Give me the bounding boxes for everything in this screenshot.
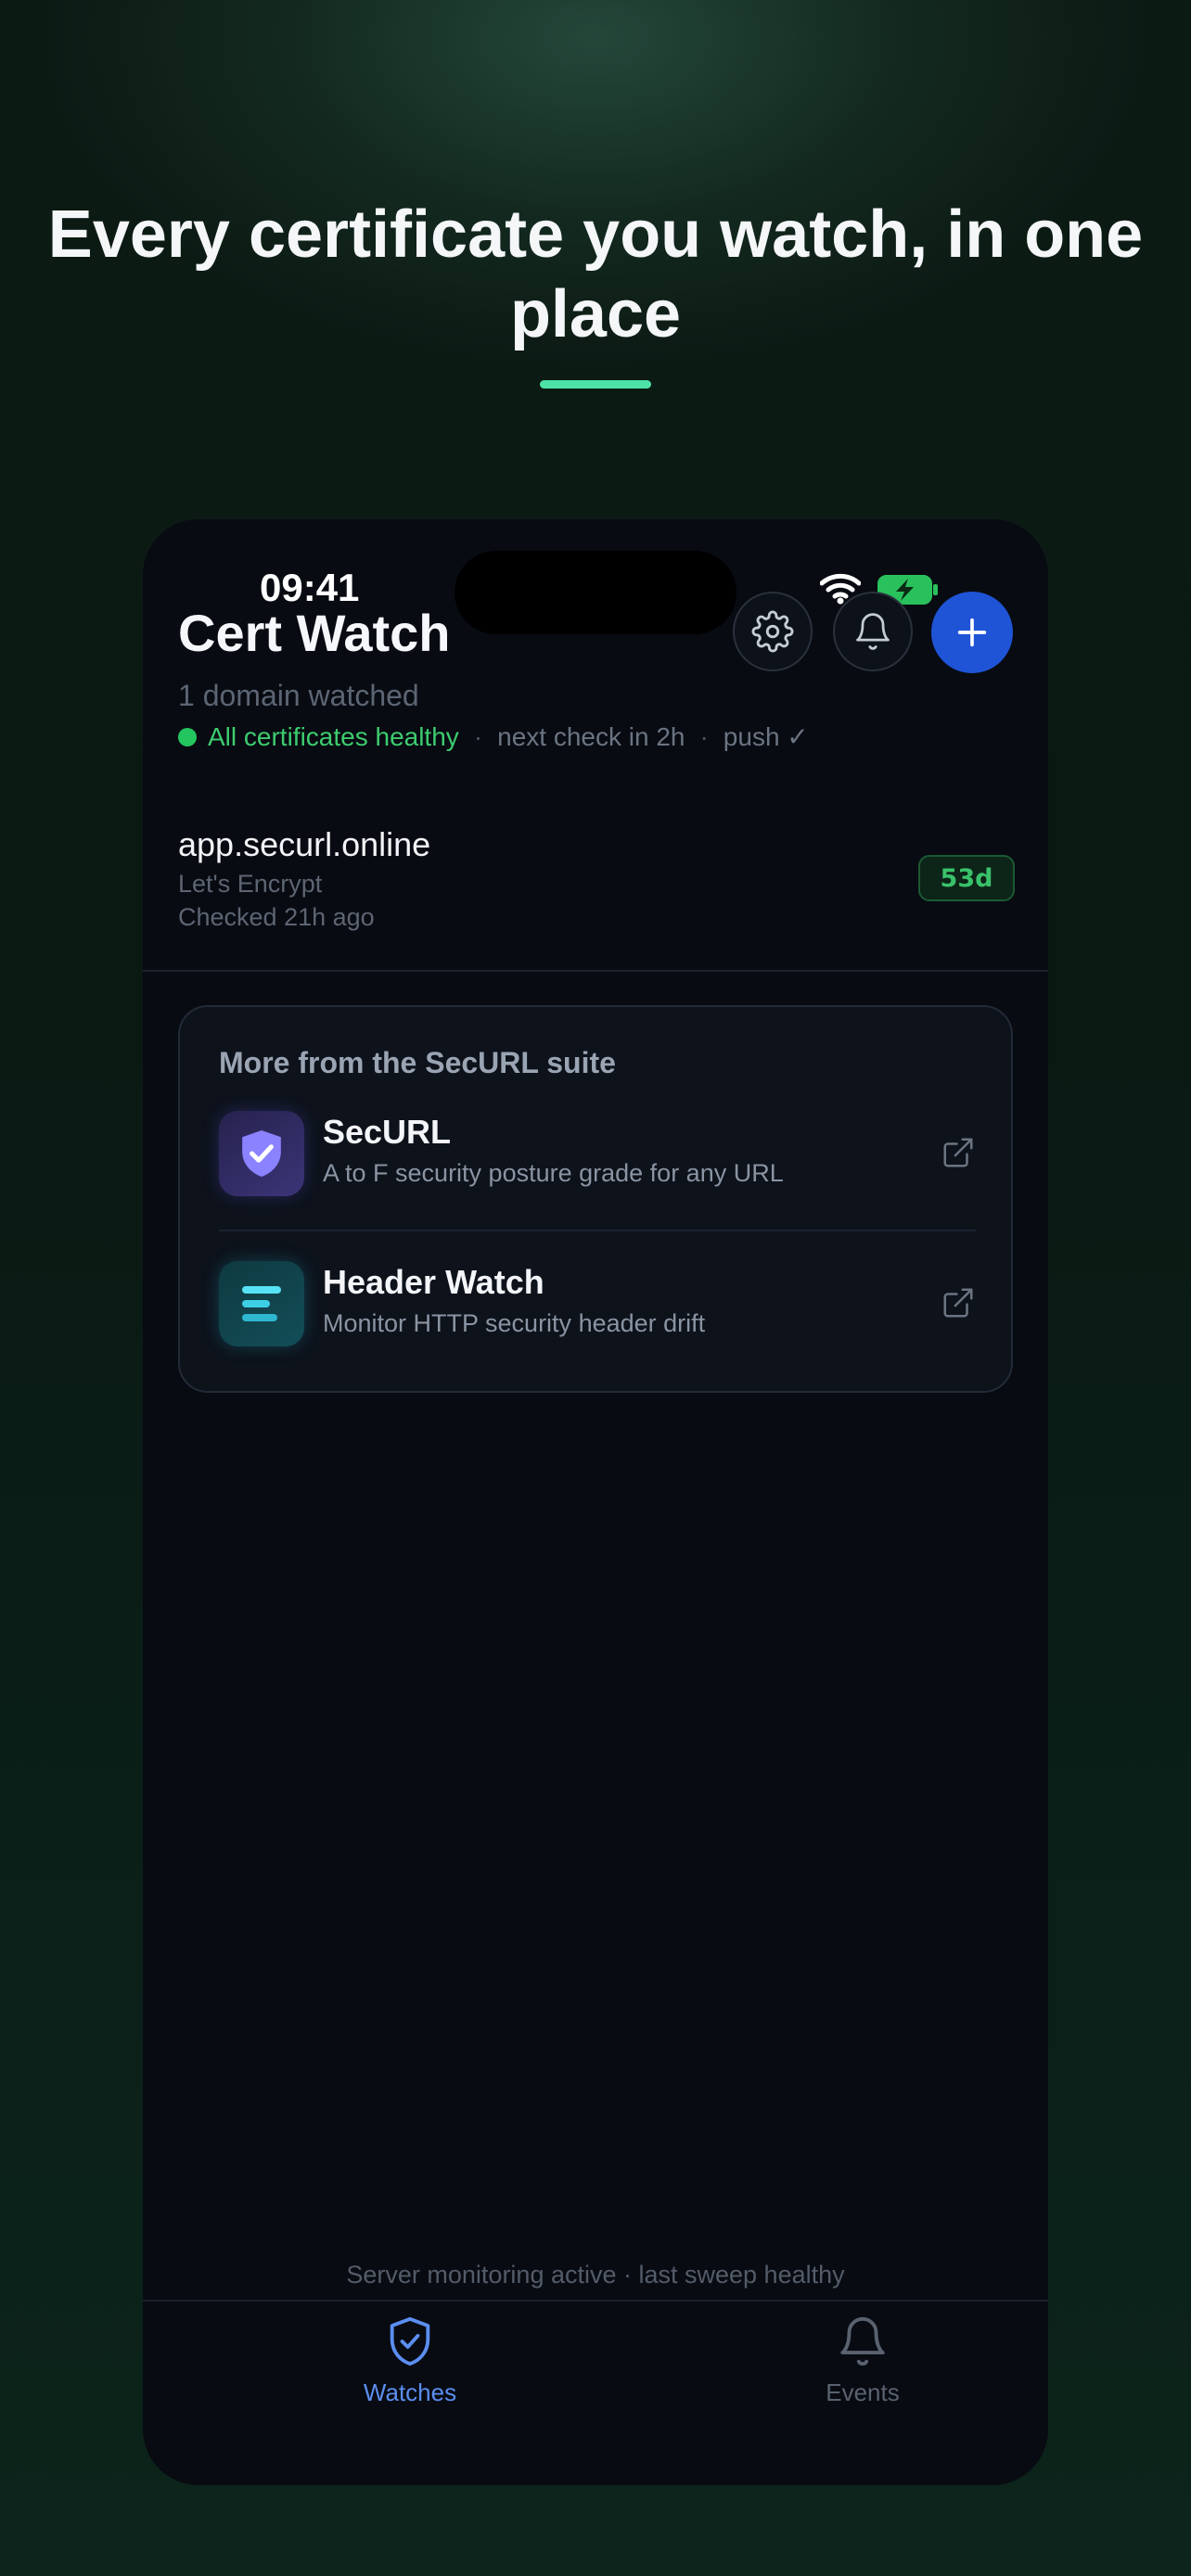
notifications-button[interactable] bbox=[833, 592, 913, 671]
securl-app-icon bbox=[219, 1111, 304, 1196]
header-lines-icon bbox=[242, 1286, 281, 1321]
tab-label: Watches bbox=[363, 2378, 457, 2406]
tab-events[interactable]: Events bbox=[761, 2315, 965, 2407]
push-status: push ✓ bbox=[723, 722, 809, 751]
health-status: All certificates healthy bbox=[208, 721, 459, 751]
monitoring-status-note: Server monitoring active · last sweep he… bbox=[346, 2261, 845, 2289]
suite-item-description: Monitor HTTP security header drift bbox=[323, 1309, 706, 1337]
shield-check-icon bbox=[242, 1130, 281, 1177]
tab-bar: Watches Events bbox=[143, 2300, 1048, 2485]
suite-item-securl[interactable]: SecURL A to F security posture grade for… bbox=[219, 1111, 976, 1196]
promo-headline: Every certificate you watch, in one plac… bbox=[47, 198, 1144, 351]
app-title: Cert Watch bbox=[178, 604, 451, 662]
plus-icon bbox=[957, 618, 987, 647]
days-left-badge: 53d bbox=[918, 855, 1015, 901]
external-link-icon[interactable] bbox=[941, 1285, 976, 1320]
header-watch-app-icon bbox=[219, 1261, 304, 1346]
bell-icon bbox=[856, 613, 890, 650]
add-domain-button[interactable] bbox=[931, 592, 1013, 673]
next-check: next check in 2h bbox=[497, 721, 685, 751]
suite-card: More from the SecURL suite SecURL A to F… bbox=[178, 1005, 1013, 1393]
suite-item-name: Header Watch bbox=[323, 1263, 544, 1301]
tab-watches[interactable]: Watches bbox=[308, 2315, 512, 2407]
shield-check-icon bbox=[390, 2316, 430, 2366]
healthy-dot-icon bbox=[178, 727, 197, 746]
tab-label: Events bbox=[826, 2378, 900, 2406]
suite-item-name: SecURL bbox=[323, 1113, 452, 1151]
last-checked: Checked 21h ago bbox=[178, 903, 375, 931]
headline-underline bbox=[540, 380, 651, 389]
bell-icon bbox=[840, 2316, 885, 2366]
dynamic-island bbox=[455, 551, 736, 634]
divider bbox=[219, 1230, 976, 1231]
phone-frame: 09:41 Cert Watch 1 domain watched All ce… bbox=[143, 519, 1048, 2485]
domain-row[interactable]: app.securl.online Let's Encrypt Checked … bbox=[143, 816, 1048, 972]
suite-item-description: A to F security posture grade for any UR… bbox=[323, 1159, 784, 1187]
domain-count: 1 domain watched bbox=[178, 679, 419, 712]
domain-name: app.securl.online bbox=[178, 825, 431, 863]
health-status-line: All certificates healthy · next check in… bbox=[178, 721, 809, 752]
separator: · bbox=[699, 721, 709, 751]
suite-item-header-watch[interactable]: Header Watch Monitor HTTP security heade… bbox=[219, 1261, 976, 1346]
settings-button[interactable] bbox=[733, 592, 813, 671]
suite-title: More from the SecURL suite bbox=[219, 1046, 616, 1079]
external-link-icon[interactable] bbox=[941, 1135, 976, 1170]
separator: · bbox=[473, 721, 483, 751]
certificate-issuer: Let's Encrypt bbox=[178, 870, 323, 898]
gear-icon bbox=[751, 610, 794, 653]
